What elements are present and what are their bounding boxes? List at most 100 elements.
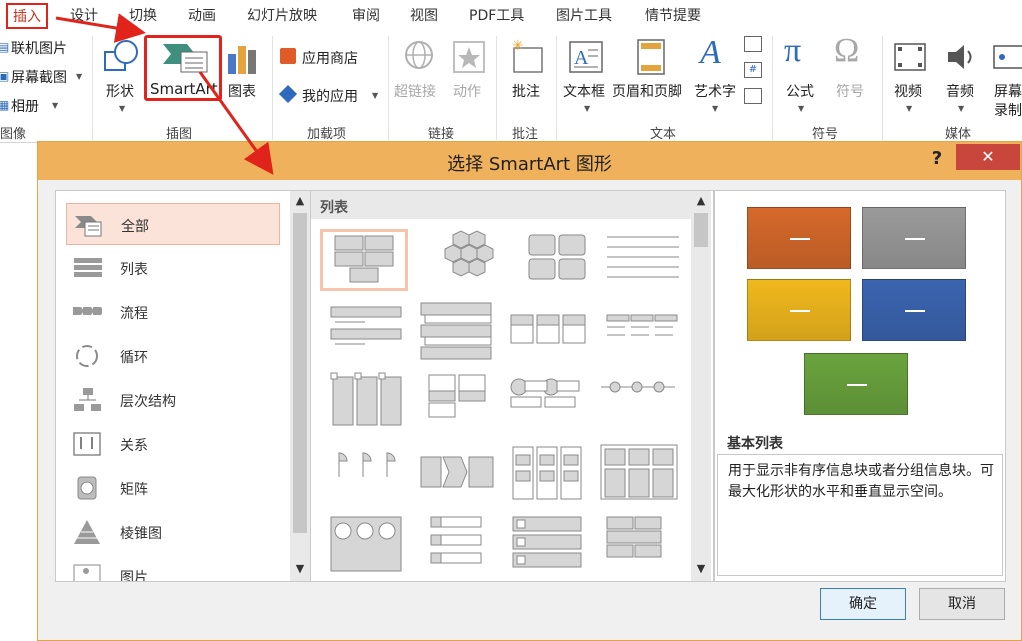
preview-shape-blue <box>862 279 966 341</box>
scroll-thumb[interactable] <box>694 213 708 247</box>
video-button[interactable]: 视频 ▼ <box>890 34 930 122</box>
slide-number-button[interactable]: # <box>744 62 764 82</box>
layout-bending-picture[interactable] <box>415 371 503 433</box>
preview-description: 用于显示非有序信息块或者分组信息块。可最大化形状的水平和垂直显示空间。 <box>728 463 994 500</box>
smartart-icon <box>163 44 208 73</box>
screen-recording-button[interactable]: 屏幕 录制 <box>990 34 1022 122</box>
layout-vertical-box-list[interactable] <box>505 443 593 505</box>
layout-picture-list[interactable] <box>325 513 413 575</box>
tab-storyboard[interactable]: 情节提要 <box>645 5 701 25</box>
tab-transitions[interactable]: 切换 <box>129 5 157 25</box>
video-label: 视频 <box>894 84 922 100</box>
chart-button[interactable]: 图表 <box>224 34 266 122</box>
tab-insert[interactable]: 插入 <box>6 3 48 29</box>
layout-table-list[interactable] <box>595 443 683 505</box>
group-label-symbols: 符号 <box>812 127 839 142</box>
group-divider <box>388 36 389 140</box>
layout-vertical-bullet-list[interactable] <box>325 301 413 363</box>
tab-view[interactable]: 视图 <box>410 5 438 25</box>
layout-circle-accent-timeline[interactable] <box>505 371 593 433</box>
scroll-down-icon[interactable]: ▼ <box>290 559 310 579</box>
tab-design[interactable]: 设计 <box>70 5 98 25</box>
layout-grouped-list[interactable] <box>515 229 603 291</box>
category-list-item[interactable]: 列表 <box>66 247 280 289</box>
header-footer-button[interactable]: 页眉和页脚 <box>612 34 690 122</box>
wordart-button[interactable]: A 艺术字 ▼ <box>692 34 740 122</box>
apps-icon <box>278 84 298 104</box>
audio-button[interactable]: 音频 ▼ <box>942 34 982 122</box>
layout-pie-list[interactable] <box>325 443 413 505</box>
hyperlink-button[interactable]: 超链接 <box>394 34 442 122</box>
ok-button[interactable]: 确定 <box>820 588 906 620</box>
group-label-addins: 加载项 <box>307 127 347 142</box>
action-button[interactable]: 动作 <box>450 34 488 122</box>
shapes-button[interactable]: 形状 ▼ <box>100 34 144 122</box>
comment-label: 批注 <box>512 84 540 100</box>
chevron-down-icon: ▼ <box>76 72 83 81</box>
group-divider <box>496 36 497 140</box>
group-divider <box>92 36 93 140</box>
layout-horizontal-bullet-list[interactable] <box>505 301 593 363</box>
group-divider <box>772 36 773 140</box>
group-label-media: 媒体 <box>945 127 972 142</box>
group-label-images: 图像 <box>0 127 27 142</box>
symbol-label: 符号 <box>836 84 864 100</box>
screen-recording-label-1: 屏幕 <box>994 84 1022 100</box>
layout-hexagon-list[interactable] <box>429 229 517 291</box>
group-divider <box>556 36 557 140</box>
dialog-title-bar[interactable]: 选择 SmartArt 图形 ? ✕ <box>38 142 1021 180</box>
layout-square-accent-list[interactable] <box>595 513 683 575</box>
layout-arrow-list[interactable] <box>415 443 503 505</box>
preview-shape-yellow <box>747 279 851 341</box>
layout-timeline-list[interactable] <box>595 371 683 433</box>
category-relationship[interactable]: 关系 <box>66 423 280 465</box>
layout-basic-block-list[interactable] <box>320 229 408 291</box>
tab-picture-tools[interactable]: 图片工具 <box>556 5 612 25</box>
category-hierarchy[interactable]: 层次结构 <box>66 379 280 421</box>
close-button[interactable]: ✕ <box>956 144 1020 170</box>
comment-button[interactable]: ✳ 批注 <box>506 34 550 122</box>
tab-slideshow[interactable]: 幻灯片放映 <box>247 5 317 25</box>
smartart-label: SmartArt <box>150 80 218 98</box>
photo-album-label: 相册 <box>11 99 39 115</box>
screenshot-label: 屏幕截图 <box>11 70 67 86</box>
smartart-dialog: 选择 SmartArt 图形 ? ✕ 全部 列表 流程 循环 层次结构 关系 矩… <box>37 141 1022 641</box>
calendar-icon <box>744 36 762 52</box>
layout-lined-list[interactable] <box>599 229 687 291</box>
object-button[interactable] <box>744 88 764 108</box>
symbol-button[interactable]: Ω 符号 <box>832 32 872 122</box>
category-cycle[interactable]: 循环 <box>66 335 280 377</box>
category-all[interactable]: 全部 <box>66 203 280 245</box>
store-icon <box>280 48 296 64</box>
preview-description-box: 用于显示非有序信息块或者分组信息块。可最大化形状的水平和垂直显示空间。 <box>717 454 1003 576</box>
smartart-button[interactable]: SmartArt <box>144 35 222 101</box>
category-scrollbar[interactable]: ▲ ▼ <box>290 191 310 581</box>
category-label: 棱锥图 <box>120 526 162 542</box>
scroll-down-icon[interactable]: ▼ <box>691 559 711 579</box>
equation-button[interactable]: π 公式 ▼ <box>782 32 822 122</box>
date-time-button[interactable] <box>744 36 764 56</box>
layout-tab-list[interactable] <box>415 513 503 575</box>
preview-title: 基本列表 <box>727 436 783 452</box>
layout-picture-caption-list[interactable] <box>325 371 413 433</box>
textbox-button[interactable]: A 文本框 ▼ <box>562 34 612 122</box>
object-icon <box>744 88 762 104</box>
category-pyramid[interactable]: 棱锥图 <box>66 511 280 553</box>
scroll-up-icon[interactable]: ▲ <box>290 191 310 211</box>
help-button[interactable]: ? <box>924 146 950 172</box>
layout-stacked-list[interactable] <box>415 301 503 363</box>
tab-animations[interactable]: 动画 <box>188 5 216 25</box>
category-picture[interactable]: 图片 <box>66 555 280 581</box>
tab-review[interactable]: 审阅 <box>352 5 380 25</box>
category-process[interactable]: 流程 <box>66 291 280 333</box>
ribbon: ▤ 联机图片 ▣ 屏幕截图 ▼ ▦ 相册 ▼ 图像 形状 ▼ SmartArt <box>0 30 1022 143</box>
layout-scrollbar[interactable]: ▲ ▼ <box>691 191 711 581</box>
layout-table-hierarchy[interactable] <box>505 513 593 575</box>
category-matrix[interactable]: 矩阵 <box>66 467 280 509</box>
layout-trapezoid-list[interactable] <box>595 301 683 363</box>
scroll-thumb[interactable] <box>293 213 307 533</box>
scroll-up-icon[interactable]: ▲ <box>691 191 711 211</box>
cancel-button[interactable]: 取消 <box>919 588 1005 620</box>
tab-pdf-tools[interactable]: PDF工具 <box>469 5 524 25</box>
category-label: 流程 <box>120 306 148 322</box>
